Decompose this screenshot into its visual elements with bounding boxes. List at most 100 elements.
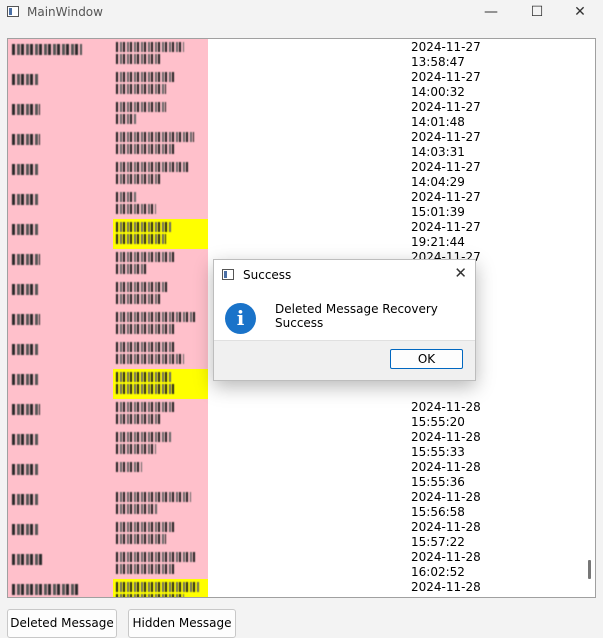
table-row[interactable]: 2024-11-28 — [8, 579, 578, 597]
table-row[interactable]: 2024-11-27 14:01:48 — [8, 99, 578, 129]
pixelated-sender-name — [12, 434, 38, 445]
pixelated-sender-name — [12, 194, 38, 205]
pixelated-sender-name — [12, 134, 40, 145]
table-row[interactable]: 2024-11-28 15:55:36 — [8, 459, 578, 489]
message-timestamp: 2024-11-28 15:55:33 — [411, 430, 481, 460]
timestamp-time: 15:56:58 — [411, 505, 465, 519]
table-row[interactable]: 2024-11-27 14:00:32 — [8, 69, 578, 99]
pixelated-message-text — [116, 534, 166, 544]
pixelated-message-text — [116, 504, 158, 514]
pixelated-sender-name — [12, 554, 42, 565]
pixelated-message-text — [116, 294, 160, 304]
pixelated-sender-name — [12, 494, 38, 505]
pixelated-sender-name — [12, 344, 38, 355]
table-row[interactable]: 2024-11-28 15:56:58 — [8, 489, 578, 519]
table-row[interactable]: 2024-11-28 15:55:33 — [8, 429, 578, 459]
pixelated-message-text — [116, 444, 156, 454]
dialog-app-icon — [222, 269, 234, 280]
window-titlebar: MainWindow — ☐ ✕ — [0, 0, 603, 25]
pixelated-message-text — [116, 114, 136, 124]
pixelated-message-text — [116, 324, 176, 334]
timestamp-time: 15:55:33 — [411, 445, 465, 459]
pixelated-message-text — [116, 492, 191, 502]
pixelated-message-text — [116, 432, 171, 442]
message-timestamp: 2024-11-28 — [411, 580, 481, 595]
timestamp-time: 14:04:29 — [411, 175, 465, 189]
message-timestamp: 2024-11-28 15:55:36 — [411, 460, 481, 490]
pixelated-message-text — [116, 312, 196, 322]
timestamp-time: 14:00:32 — [411, 85, 465, 99]
pixelated-sender-name — [12, 404, 40, 415]
info-icon: i — [225, 303, 256, 334]
message-timestamp: 2024-11-27 15:01:39 — [411, 190, 481, 220]
pixelated-message-text — [116, 522, 176, 532]
message-timestamp: 2024-11-27 14:00:32 — [411, 70, 481, 100]
pixelated-message-text — [116, 132, 194, 142]
dialog-message: Deleted Message Recovery Success — [275, 302, 438, 330]
pixelated-sender-name — [12, 224, 38, 235]
pixelated-message-text — [116, 582, 200, 592]
timestamp-time: 14:03:31 — [411, 145, 465, 159]
dialog-title: Success — [243, 268, 292, 282]
dialog-titlebar: Success ✕ — [214, 260, 475, 290]
pixelated-sender-name — [12, 374, 38, 385]
timestamp-date: 2024-11-27 — [411, 160, 481, 174]
pixelated-message-text — [116, 54, 162, 64]
pixelated-message-text — [116, 564, 176, 574]
pixelated-message-text — [116, 84, 166, 94]
pixelated-message-text — [116, 222, 171, 232]
pixelated-message-text — [116, 384, 174, 394]
table-row[interactable]: 2024-11-27 15:01:39 — [8, 189, 578, 219]
table-row[interactable]: 2024-11-28 15:57:22 — [8, 519, 578, 549]
table-row[interactable]: 2024-11-28 15:55:20 — [8, 399, 578, 429]
table-row[interactable]: 2024-11-28 16:02:52 — [8, 549, 578, 579]
pixelated-message-text — [116, 144, 174, 154]
table-row[interactable]: 2024-11-27 19:21:44 — [8, 219, 578, 249]
pixelated-message-text — [116, 234, 166, 244]
close-button[interactable]: ✕ — [557, 0, 603, 25]
timestamp-time: 15:55:20 — [411, 415, 465, 429]
pixelated-message-text — [116, 282, 168, 292]
pixelated-message-text — [116, 594, 184, 597]
success-dialog: Success ✕ i Deleted Message Recovery Suc… — [213, 259, 476, 381]
timestamp-time: 19:21:44 — [411, 235, 465, 249]
timestamp-date: 2024-11-27 — [411, 130, 481, 144]
table-row[interactable]: 2024-11-27 14:03:31 — [8, 129, 578, 159]
timestamp-date: 2024-11-27 — [411, 190, 481, 204]
pixelated-message-text — [116, 102, 166, 112]
timestamp-date: 2024-11-28 — [411, 490, 481, 504]
app-window-icon — [7, 6, 19, 17]
vertical-scrollbar-thumb[interactable] — [588, 560, 591, 579]
timestamp-time: 15:01:39 — [411, 205, 465, 219]
message-timestamp: 2024-11-27 14:01:48 — [411, 100, 481, 130]
pixelated-message-text — [116, 414, 160, 424]
pixelated-message-text — [116, 402, 176, 412]
maximize-button[interactable]: ☐ — [514, 0, 560, 25]
table-row[interactable]: 2024-11-27 14:04:29 — [8, 159, 578, 189]
pixelated-message-text — [116, 264, 146, 274]
timestamp-date: 2024-11-27 — [411, 100, 481, 114]
timestamp-date: 2024-11-28 — [411, 520, 481, 534]
pixelated-message-text — [116, 354, 184, 364]
pixelated-message-text — [116, 204, 156, 214]
pixelated-sender-name — [12, 44, 82, 55]
table-row[interactable]: 2024-11-27 13:58:47 — [8, 39, 578, 69]
minimize-button[interactable]: — — [468, 0, 514, 25]
timestamp-time: 16:02:52 — [411, 565, 465, 579]
pixelated-message-text — [116, 552, 196, 562]
pixelated-sender-name — [12, 314, 40, 325]
hidden-message-button[interactable]: Hidden Message — [128, 609, 236, 638]
pixelated-sender-name — [12, 254, 40, 265]
pixelated-sender-name — [12, 524, 38, 535]
message-timestamp: 2024-11-28 15:56:58 — [411, 490, 481, 520]
pixelated-message-text — [116, 162, 188, 172]
timestamp-date: 2024-11-28 — [411, 430, 481, 444]
timestamp-date: 2024-11-27 — [411, 70, 481, 84]
timestamp-date: 2024-11-28 — [411, 550, 481, 564]
timestamp-date: 2024-11-28 — [411, 460, 481, 474]
dialog-close-button[interactable]: ✕ — [454, 264, 467, 282]
deleted-message-button[interactable]: Deleted Message — [7, 609, 117, 638]
ok-button[interactable]: OK — [390, 349, 463, 369]
timestamp-time: 13:58:47 — [411, 55, 465, 69]
timestamp-date: 2024-11-27 — [411, 220, 481, 234]
